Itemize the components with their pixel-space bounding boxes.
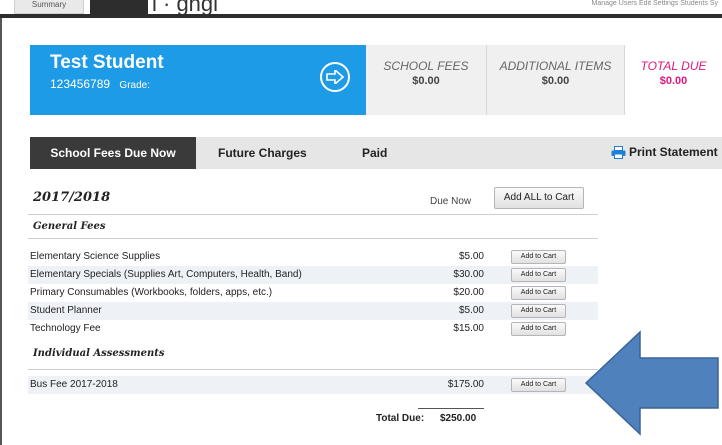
summary-additional-items: ADDITIONAL ITEMS $0.00 xyxy=(486,45,624,115)
summary-total-due: TOTAL DUE $0.00 xyxy=(624,45,722,115)
total-due-footer-value: $250.00 xyxy=(440,413,477,424)
tab-school-fees-due-now[interactable]: School Fees Due Now xyxy=(30,137,196,169)
tab-future-charges[interactable]: Future Charges xyxy=(218,137,307,169)
divider xyxy=(28,369,598,370)
total-due-value: $0.00 xyxy=(659,75,688,87)
fee-amount: $5.00 xyxy=(458,251,484,262)
print-statement-link[interactable]: Print Statement xyxy=(611,145,718,159)
student-card[interactable]: Test Student 123456789 Grade: xyxy=(30,45,366,115)
add-to-cart-button[interactable]: Add to Cart xyxy=(511,322,566,336)
nav-links[interactable]: Manage Users Edit Settings Students Sy xyxy=(592,0,718,8)
student-id-line: 123456789 Grade: xyxy=(50,77,150,91)
top-nav: Summary i · ghgi Manage Users Edit Setti… xyxy=(0,0,722,18)
fee-row: Bus Fee 2017-2018 $175.00 Add to Cart xyxy=(28,376,598,394)
print-statement-label: Print Statement xyxy=(629,145,718,159)
printer-icon xyxy=(611,145,626,159)
fee-amount: $20.00 xyxy=(453,287,484,298)
additional-items-label: ADDITIONAL ITEMS xyxy=(499,59,612,73)
fee-amount: $15.00 xyxy=(453,323,484,334)
summary-school-fees: SCHOOL FEES $0.00 xyxy=(366,45,486,115)
total-due-label: TOTAL DUE xyxy=(640,59,707,73)
school-fees-label: SCHOOL FEES xyxy=(383,59,469,73)
add-to-cart-button[interactable]: Add to Cart xyxy=(511,250,566,264)
student-name: Test Student xyxy=(50,52,164,73)
page-title-fragment: i · ghgi xyxy=(152,0,219,16)
fees-page: Summary i · ghgi Manage Users Edit Setti… xyxy=(0,0,722,445)
due-now-header: Due Now xyxy=(430,196,472,207)
fee-row: Student Planner $5.00 Add to Cart xyxy=(28,302,598,320)
nav-tab-active[interactable] xyxy=(90,0,148,14)
fee-description: Bus Fee 2017-2018 xyxy=(30,379,118,390)
additional-items-value: $0.00 xyxy=(541,75,570,87)
add-to-cart-button[interactable]: Add to Cart xyxy=(511,378,566,392)
add-all-to-cart-button[interactable]: Add ALL to Cart xyxy=(494,187,584,209)
nav-tab-summary[interactable]: Summary xyxy=(14,0,84,14)
fee-amount: $175.00 xyxy=(447,379,484,390)
fee-description: Elementary Specials (Supplies Art, Compu… xyxy=(30,269,302,280)
fee-description: Primary Consumables (Workbooks, folders,… xyxy=(30,287,273,298)
fee-amount: $5.00 xyxy=(458,305,484,316)
divider xyxy=(28,214,598,215)
student-grade: Grade: xyxy=(119,80,150,91)
total-due-footer-label: Total Due: xyxy=(376,413,425,424)
fee-amount: $30.00 xyxy=(453,269,484,280)
fee-year: 2017/2018 xyxy=(33,190,111,205)
fee-row: Elementary Specials (Supplies Art, Compu… xyxy=(28,266,598,284)
arrow-circle-right-icon[interactable] xyxy=(320,62,350,92)
add-to-cart-button[interactable]: Add to Cart xyxy=(511,304,566,318)
school-fees-value: $0.00 xyxy=(412,75,440,87)
tab-paid[interactable]: Paid xyxy=(362,137,387,169)
fee-row: Technology Fee $15.00 Add to Cart xyxy=(28,320,598,338)
fee-description: Elementary Science Supplies xyxy=(30,251,161,262)
add-to-cart-button[interactable]: Add to Cart xyxy=(511,268,566,282)
general-fees-heading: General Fees xyxy=(33,221,106,232)
fee-row: Primary Consumables (Workbooks, folders,… xyxy=(28,284,598,302)
student-id: 123456789 xyxy=(50,77,111,91)
big-left-arrow-icon xyxy=(584,330,719,436)
individual-assessments-heading: Individual Assessments xyxy=(33,348,165,359)
fee-description: Technology Fee xyxy=(30,323,101,334)
add-to-cart-button[interactable]: Add to Cart xyxy=(511,286,566,300)
left-divider xyxy=(0,18,2,445)
total-divider xyxy=(418,408,484,409)
divider xyxy=(28,238,598,239)
fee-description: Student Planner xyxy=(30,305,102,316)
fee-row: Elementary Science Supplies $5.00 Add to… xyxy=(28,248,598,266)
fee-tabs: School Fees Due Now Future Charges Paid … xyxy=(30,137,722,169)
